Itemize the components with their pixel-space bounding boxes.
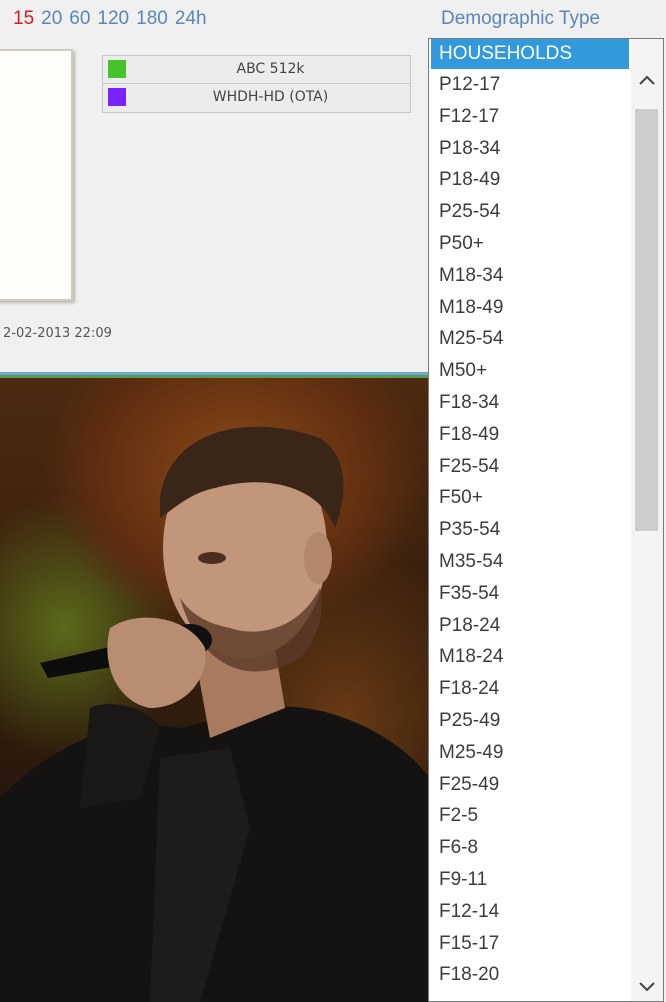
demographic-option[interactable]: M18-24 — [429, 641, 663, 673]
chevron-down-icon[interactable] — [631, 974, 663, 1001]
demographic-option[interactable]: F15-17 — [429, 928, 663, 960]
channel-legend: ABC 512k WHDH-HD (OTA) — [102, 55, 411, 113]
time-interval-120[interactable]: 120 — [97, 8, 129, 29]
demographic-options-list: HOUSEHOLDS P12-17 F12-17 P18-34 P18-49 P25-54… — [429, 39, 663, 991]
video-frame[interactable] — [0, 378, 430, 1002]
demographic-option[interactable]: P18-24 — [429, 610, 663, 642]
demographic-option[interactable]: F25-54 — [429, 451, 663, 483]
demographic-option[interactable]: M25-54 — [429, 323, 663, 355]
demographic-option[interactable]: F18-24 — [429, 673, 663, 705]
demographic-option[interactable]: F6-8 — [429, 832, 663, 864]
demographic-option[interactable]: M35-54 — [429, 546, 663, 578]
demographic-option[interactable]: F35-54 — [429, 578, 663, 610]
demographic-option[interactable]: P25-54 — [429, 196, 663, 228]
demographic-option[interactable]: F18-49 — [429, 419, 663, 451]
legend-label: WHDH-HD (OTA) — [212, 89, 329, 105]
demographic-option[interactable]: P35-54 — [429, 514, 663, 546]
time-interval-links: 15 20 60 120 180 24h — [13, 8, 214, 30]
time-interval-180[interactable]: 180 — [136, 8, 168, 29]
time-interval-60[interactable]: 60 — [69, 8, 90, 29]
time-interval-24h[interactable]: 24h — [175, 8, 207, 29]
legend-swatch — [108, 88, 126, 106]
performer-image — [0, 426, 430, 1002]
demographic-option[interactable]: F18-20 — [429, 959, 663, 991]
scrollbar-thumb[interactable] — [635, 109, 658, 531]
demographic-option[interactable]: P50+ — [429, 228, 663, 260]
demographic-option[interactable]: F25-49 — [429, 769, 663, 801]
demographic-option[interactable]: M18-49 — [429, 292, 663, 324]
chart-panel — [0, 49, 73, 301]
demographic-type-link[interactable]: Demographic Type — [441, 8, 600, 30]
demographic-option[interactable]: F50+ — [429, 482, 663, 514]
demographic-option[interactable]: HOUSEHOLDS — [431, 39, 629, 69]
demographic-option[interactable]: P12-17 — [429, 69, 663, 101]
demographic-option[interactable]: M50+ — [429, 355, 663, 387]
demographic-dropdown[interactable]: HOUSEHOLDS P12-17 F12-17 P18-34 P18-49 P25-54… — [428, 38, 664, 1002]
time-interval-15[interactable]: 15 — [13, 8, 34, 29]
demographic-option[interactable]: F9-11 — [429, 864, 663, 896]
demographic-option[interactable]: M18-34 — [429, 260, 663, 292]
demographic-option[interactable]: F2-5 — [429, 800, 663, 832]
legend-item: ABC 512k — [103, 56, 410, 84]
demographic-option[interactable]: F12-17 — [429, 101, 663, 133]
time-interval-20[interactable]: 20 — [41, 8, 62, 29]
demographic-option[interactable]: F18-34 — [429, 387, 663, 419]
demographic-option[interactable]: M25-49 — [429, 737, 663, 769]
legend-swatch — [108, 60, 126, 78]
timestamp: 2-02-2013 22:09 — [3, 326, 112, 341]
chevron-up-icon[interactable] — [631, 69, 663, 101]
demographic-option[interactable]: P25-49 — [429, 705, 663, 737]
demographic-option[interactable]: F12-14 — [429, 896, 663, 928]
demographic-option[interactable]: P18-34 — [429, 133, 663, 165]
top-bar: 15 20 60 120 180 24h Demographic Type — [0, 0, 666, 40]
legend-item: WHDH-HD (OTA) — [103, 84, 410, 111]
demographic-option[interactable]: P18-49 — [429, 164, 663, 196]
scrollbar[interactable] — [631, 39, 663, 1001]
legend-label: ABC 512k — [236, 61, 305, 77]
